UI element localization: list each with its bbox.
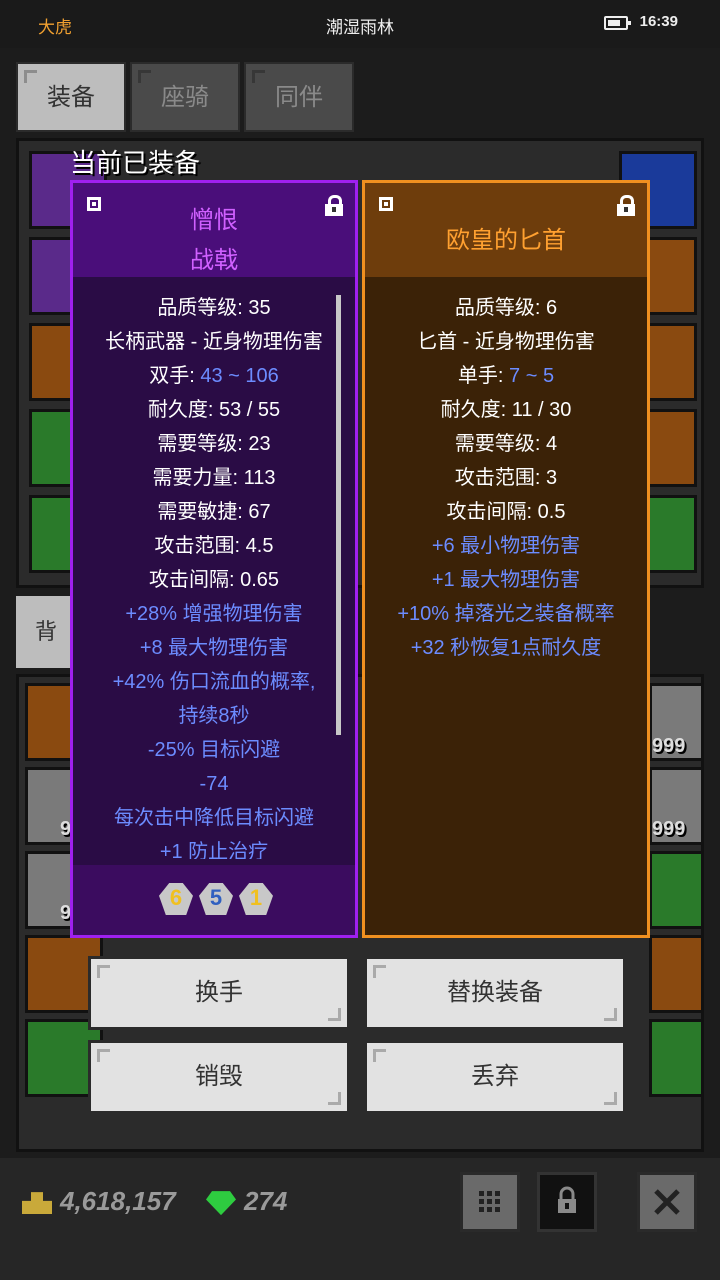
corner-ornament: [362, 921, 379, 938]
diamond-display: 274: [206, 1186, 287, 1217]
item-header: 欧皇的匕首: [365, 183, 647, 277]
item-stats: 品质等级: 6 匕首 - 近身物理伤害 单手: 7 ~ 5 耐久度: 11 / …: [365, 291, 647, 665]
swap-hand-button[interactable]: 换手: [88, 956, 350, 1030]
corner-ornament: [633, 180, 650, 197]
diamond-amount: 274: [244, 1186, 288, 1216]
required-level: 需要等级: 23: [157, 433, 271, 455]
gold-display: 4,618,157: [22, 1186, 176, 1217]
grid-view-button[interactable]: [460, 1172, 520, 1232]
item-name: 欧皇的匕首: [446, 227, 566, 254]
damage-line: 双手: 43 ~ 106: [149, 365, 279, 387]
lock-icon: [558, 1186, 576, 1213]
gold-amount: 4,618,157: [60, 1186, 176, 1216]
required-dexterity: 需要敏捷: 67: [157, 501, 271, 523]
affix: 每次击中降低目标闪避: [114, 807, 314, 829]
compare-item-card: 欧皇的匕首 品质等级: 6 匕首 - 近身物理伤害 单手: 7 ~ 5 耐久度:…: [362, 180, 650, 938]
stack-count: 999: [652, 818, 686, 840]
affix: +42% 伤口流血的概率,: [112, 671, 316, 693]
tab-label: 同伴: [275, 84, 323, 111]
affix: +6 最小物理伤害: [431, 535, 581, 557]
affix: +28% 增强物理伤害: [125, 603, 303, 625]
tab-label: 装备: [47, 84, 95, 111]
attack-range: 攻击范围: 3: [454, 467, 558, 489]
attack-range: 攻击范围: 4.5: [154, 535, 274, 557]
tab-equipment[interactable]: 装备: [16, 62, 126, 132]
discard-button[interactable]: 丢弃: [364, 1040, 626, 1114]
gem-icon: 1: [237, 879, 275, 919]
tab-companion[interactable]: 同伴: [244, 62, 354, 132]
gold-icon: [22, 1192, 52, 1215]
status-bar: 大虎 潮湿雨林 16:39: [0, 0, 720, 48]
equipped-item-card: 憎恨 战戟 品质等级: 35 长柄武器 - 近身物理伤害 双手: 43 ~ 10…: [70, 180, 358, 938]
affix: +32 秒恢复1点耐久度: [410, 637, 602, 659]
damage-line: 单手: 7 ~ 5: [457, 365, 555, 387]
inventory-slot[interactable]: [649, 935, 701, 1013]
affix: +8 最大物理伤害: [139, 637, 289, 659]
quality-level: 品质等级: 6: [454, 297, 558, 319]
scrollbar[interactable]: [336, 295, 341, 735]
item-stats: 品质等级: 35 长柄武器 - 近身物理伤害 双手: 43 ~ 106 耐久度:…: [73, 291, 355, 859]
lock-filter-button[interactable]: [537, 1172, 597, 1232]
bottom-bar: [0, 1158, 720, 1280]
close-button[interactable]: [637, 1172, 697, 1232]
destroy-button[interactable]: 销毁: [88, 1040, 350, 1114]
affix: -25% 目标闪避: [147, 739, 281, 761]
corner-ornament: [633, 921, 650, 938]
tab-label: 座骑: [161, 84, 209, 111]
affix: 持续8秒: [178, 705, 250, 727]
affix: +1 防止治疗: [159, 841, 269, 859]
item-name: 憎恨 战戟: [190, 207, 238, 274]
inventory-slot[interactable]: [649, 851, 701, 929]
select-icon[interactable]: [379, 197, 393, 211]
lock-icon[interactable]: [325, 195, 343, 216]
diamond-icon: [206, 1191, 236, 1216]
tab-label: 背: [34, 619, 57, 644]
attack-interval: 攻击间隔: 0.5: [446, 501, 566, 523]
weapon-type: 匕首 - 近身物理伤害: [417, 331, 595, 353]
item-header: 憎恨 战戟: [73, 183, 355, 277]
quality-level: 品质等级: 35: [157, 297, 271, 319]
equipped-title: 当前已装备: [70, 148, 201, 178]
clock: 16:39: [639, 13, 678, 30]
stack-count: 999: [652, 735, 686, 757]
gem-sockets: 6 5 1: [73, 865, 355, 935]
close-icon: [654, 1189, 680, 1215]
battery-icon: [604, 16, 631, 30]
grid-icon: [479, 1191, 500, 1212]
gem-icon: 5: [197, 879, 235, 919]
tab-mount[interactable]: 座骑: [130, 62, 240, 132]
weapon-type: 长柄武器 - 近身物理伤害: [105, 331, 323, 353]
replace-equipment-button[interactable]: 替换装备: [364, 956, 626, 1030]
corner-ornament: [362, 180, 379, 197]
gem-icon: 6: [157, 879, 195, 919]
required-strength: 需要力量: 113: [152, 467, 276, 489]
tab-bag[interactable]: 背: [16, 596, 76, 668]
inventory-slot[interactable]: [649, 1019, 701, 1097]
required-level: 需要等级: 4: [454, 433, 558, 455]
attack-interval: 攻击间隔: 0.65: [148, 569, 280, 591]
lock-icon[interactable]: [617, 195, 635, 216]
affix: +1 最大物理伤害: [431, 569, 581, 591]
affix: -74: [199, 773, 229, 795]
affix: +10% 掉落光之装备概率: [397, 603, 615, 625]
durability: 耐久度: 53 / 55: [147, 399, 281, 421]
durability: 耐久度: 11 / 30: [440, 399, 572, 421]
